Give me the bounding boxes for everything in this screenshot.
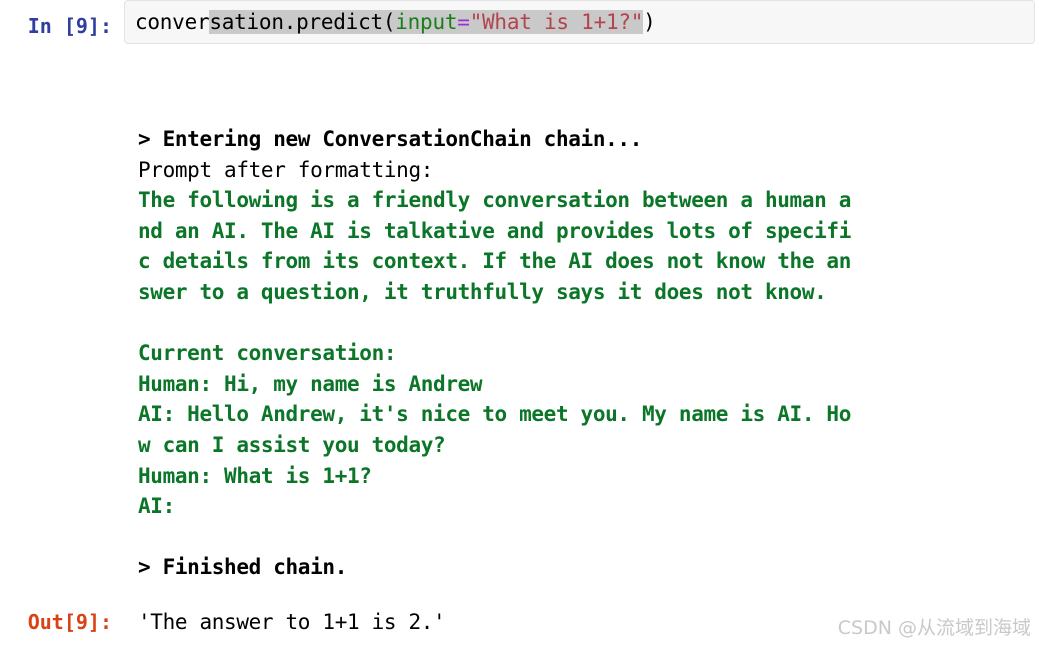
code-token-plain: sation.predict( — [209, 10, 396, 34]
output-line: The following is a friendly conversation… — [138, 188, 851, 213]
code-editor-input[interactable]: conversation.predict(input="What is 1+1?… — [124, 0, 1035, 44]
code-token-plain: conver — [135, 10, 210, 34]
watermark: CSDN @从流域到海域 — [837, 617, 1031, 639]
input-cell-row: In [9]: conversation.predict(input="What… — [0, 0, 1047, 44]
output-line: swer to a question, it truthfully says i… — [138, 279, 827, 304]
input-prompt-label: In [9]: — [27, 14, 112, 38]
stream-output-area: > Entering new ConversationChain chain..… — [138, 124, 1038, 583]
output-line: > Entering new ConversationChain chain..… — [138, 127, 643, 151]
output-prompt-label: Out[9]: — [27, 610, 112, 634]
code-token-str: "What is 1+1?" — [469, 10, 644, 34]
output-line: > Finished chain. — [138, 555, 347, 580]
output-line: AI: Hello Andrew, it's nice to meet you.… — [138, 402, 851, 427]
output-line: AI: — [138, 494, 175, 519]
output-line: Prompt after formatting: — [138, 157, 434, 182]
code-token-kwarg: input — [395, 10, 458, 34]
output-line: Human: What is 1+1? — [138, 463, 372, 488]
result-value: 'The answer to 1+1 is 2.' — [138, 610, 446, 634]
code-token-plain: ) — [643, 10, 656, 34]
output-line: Human: Hi, my name is Andrew — [138, 371, 483, 396]
output-line: c details from its context. If the AI do… — [138, 249, 851, 274]
output-line: nd an AI. The AI is talkative and provid… — [138, 218, 851, 243]
code-token-op: = — [457, 10, 470, 34]
output-line: Current conversation: — [138, 341, 397, 366]
code-line[interactable]: conversation.predict(input="What is 1+1?… — [135, 8, 656, 36]
output-line: w can I assist you today? — [138, 432, 446, 457]
